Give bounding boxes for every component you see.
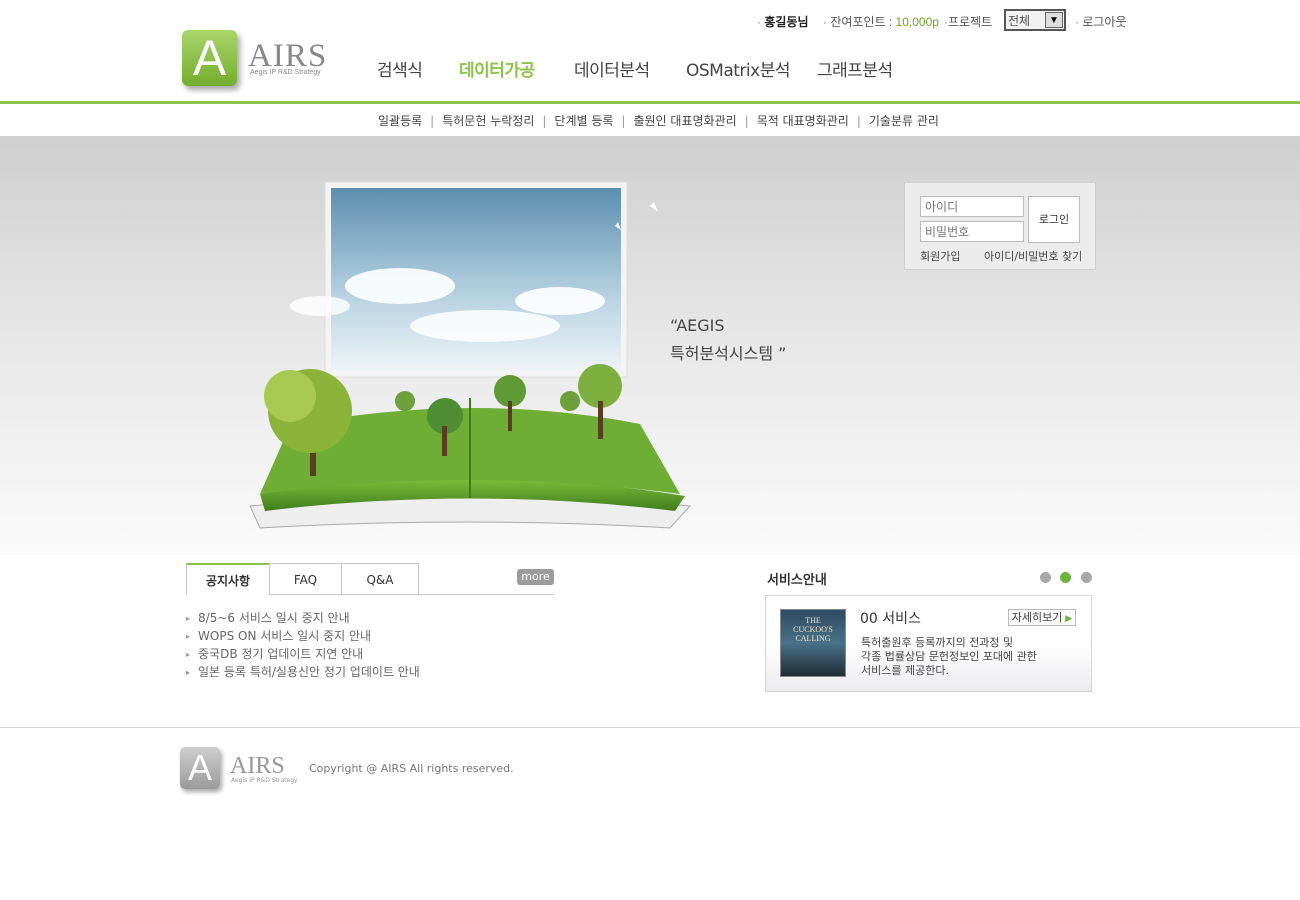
thumbnail-title-line1: THE	[805, 616, 821, 625]
detail-button[interactable]: 자세히보기 ▶	[1008, 609, 1076, 626]
list-item[interactable]: ▸ 8/5~6 서비스 일시 중지 안내	[186, 609, 420, 627]
subnav-item-applicant-names[interactable]: 출원인 대표명화관리	[633, 114, 736, 128]
service-name: 00 서비스	[860, 611, 921, 627]
book-illustration	[249, 181, 692, 529]
password-input[interactable]	[920, 221, 1024, 242]
service-description-line3: 서비스를 제공한다.	[861, 664, 949, 677]
notice-board: 공지사항 FAQ Q&A more ▸ 8/5~6 서비스 일시 중지 안내 ▸ W…	[186, 563, 554, 693]
service-description: 특허출원후 등록까지의 전과정 및 각종 법률상담 문헌정보인 포대에 관한 서…	[861, 636, 1061, 678]
hero-tagline-line2: 특허분석시스템 ”	[670, 344, 787, 363]
thumbnail-title-line3: CALLING	[795, 634, 831, 643]
points-label: 잔여포인트 :	[830, 15, 896, 29]
subnav-item-bulk-register[interactable]: 일괄등록	[378, 114, 422, 128]
bullet-icon: ▸	[186, 667, 191, 677]
nav-search-query[interactable]: 검색식	[377, 56, 423, 81]
bullet-icon: ▸	[186, 613, 191, 623]
logo-letter: A	[192, 30, 227, 86]
list-item[interactable]: ▸ WOPS ON 서비스 일시 중지 안내	[186, 627, 420, 645]
logout-link[interactable]: · 로그아웃	[1075, 13, 1127, 30]
project-label: ·프로젝트	[944, 15, 993, 29]
notice-list: ▸ 8/5~6 서비스 일시 중지 안내 ▸ WOPS ON 서비스 일시 중지 안…	[186, 609, 420, 681]
points-value: 10,000p	[895, 15, 939, 29]
user-name: 홍길동님	[764, 15, 809, 29]
pager-dot-1[interactable]	[1040, 572, 1051, 583]
bullet-icon: ▸	[186, 631, 191, 641]
user-greeting: · 홍길동님	[757, 15, 809, 29]
nav-data-analysis[interactable]: 데이터분석	[574, 56, 650, 81]
subnav-separator: |	[430, 114, 435, 128]
chevron-down-icon[interactable]: ▼	[1045, 12, 1063, 28]
subnav-separator: |	[621, 114, 626, 128]
nav-osmatrix-analysis[interactable]: OSMatrix분석	[686, 56, 790, 81]
tab-notice[interactable]: 공지사항	[186, 563, 270, 595]
header-divider	[0, 101, 1300, 104]
subnav-separator: |	[542, 114, 547, 128]
header: A AIRS Aegis IP R&D Strategy · 홍길동님 · 잔여…	[0, 0, 1300, 136]
signup-link[interactable]: 회원가입	[920, 248, 960, 264]
logo[interactable]: A	[182, 30, 237, 86]
subnav-item-missing-docs[interactable]: 특허문헌 누락정리	[442, 114, 534, 128]
pager-dot-2[interactable]	[1060, 572, 1071, 583]
subnav-separator: |	[744, 114, 749, 128]
logo-tagline: Aegis IP R&D Strategy	[250, 69, 321, 76]
footer-divider	[0, 727, 1300, 728]
logout-label: 로그아웃	[1082, 15, 1127, 29]
copyright: Copyright @ AIRS All rights reserved.	[309, 762, 514, 775]
tab-underline	[418, 594, 554, 595]
service-thumbnail[interactable]: THE CUCKOO'S CALLING	[780, 609, 846, 677]
notice-title: 8/5~6 서비스 일시 중지 안내	[198, 611, 350, 625]
bullet-icon: ▸	[186, 649, 191, 659]
footer-logo-tagline: Aegis IP R&D Strategy	[231, 777, 298, 784]
thumbnail-title: THE CUCKOO'S CALLING	[781, 616, 845, 643]
subnav-item-purpose-names[interactable]: 목적 대표명화관리	[757, 114, 849, 128]
points: · 잔여포인트 : 10,000p	[823, 15, 939, 29]
thumbnail-title-line2: CUCKOO'S	[793, 625, 833, 634]
project-select[interactable]: 전체 ▼	[1004, 9, 1066, 31]
subnav-separator: |	[856, 114, 861, 128]
login-button[interactable]: 로그인	[1028, 196, 1080, 243]
arrow-right-icon: ▶	[1062, 614, 1073, 624]
hero-banner: “AEGIS 특허분석시스템 ”	[0, 136, 1300, 556]
tab-qna[interactable]: Q&A	[341, 563, 419, 595]
notice-title: 일본 등록 특허/실용신안 정기 업데이트 안내	[198, 665, 420, 679]
project-label-text: 프로젝트	[948, 15, 993, 29]
find-account-link[interactable]: 아이디/비밀번호 찾기	[984, 248, 1082, 264]
more-button[interactable]: more	[517, 569, 554, 585]
service-description-line2: 각종 법률상담 문헌정보인 포대에 관한	[861, 650, 1037, 663]
project-select-value: 전체	[1008, 14, 1031, 28]
notice-title: 중국DB 정기 업데이트 지연 안내	[198, 647, 364, 661]
list-item[interactable]: ▸ 일본 등록 특허/실용신안 정기 업데이트 안내	[186, 663, 420, 681]
pager-dot-3[interactable]	[1081, 572, 1092, 583]
login-box: 로그인 회원가입 아이디/비밀번호 찾기	[904, 182, 1096, 270]
tab-faq[interactable]: FAQ	[269, 563, 342, 595]
hero-tagline: “AEGIS 특허분석시스템 ”	[670, 312, 786, 368]
notice-title: WOPS ON 서비스 일시 중지 안내	[198, 629, 372, 643]
subnav-item-step-register[interactable]: 단계별 등록	[554, 114, 613, 128]
nav-data-processing[interactable]: 데이터가공	[459, 56, 535, 81]
detail-button-label: 자세히보기	[1011, 611, 1063, 624]
hero-tagline-line1: “AEGIS	[670, 316, 725, 335]
service-card: THE CUCKOO'S CALLING 00 서비스 자세히보기 ▶ 특허출원…	[765, 595, 1092, 692]
subnav-item-tech-classification[interactable]: 기술분류 관리	[869, 114, 939, 128]
footer-logo-name: AIRS	[230, 753, 285, 779]
footer-logo: A	[180, 747, 220, 789]
service-title: 서비스안내	[767, 573, 827, 588]
nav-graph-analysis[interactable]: 그래프분석	[817, 56, 893, 81]
list-item[interactable]: ▸ 중국DB 정기 업데이트 지연 안내	[186, 645, 420, 663]
id-input[interactable]	[920, 196, 1024, 217]
footer-logo-letter: A	[187, 747, 212, 788]
sub-nav: 일괄등록 | 특허문헌 누락정리 | 단계별 등록 | 출원인 대표명화관리 | 목적 대표명화…	[378, 112, 939, 129]
service-description-line1: 특허출원후 등록까지의 전과정 및	[861, 636, 1014, 649]
